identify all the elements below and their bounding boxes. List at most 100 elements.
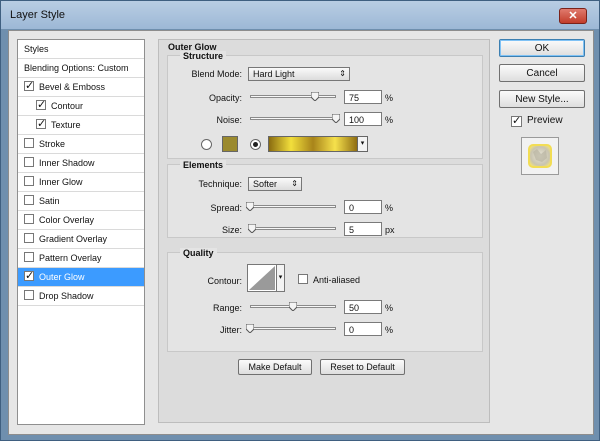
style-list-item-label: Drop Shadow xyxy=(39,291,94,301)
style-list-item[interactable]: Bevel & Emboss xyxy=(18,78,144,97)
opacity-field[interactable]: 75 xyxy=(344,90,382,104)
layer-style-dialog: Layer Style ✕ Styles Blending Options: Cu… xyxy=(0,0,600,441)
style-checkbox[interactable] xyxy=(24,157,34,167)
technique-dropdown[interactable]: Softer ⇕ xyxy=(248,177,302,191)
range-slider-thumb[interactable] xyxy=(289,302,297,311)
new-style-button[interactable]: New Style... xyxy=(499,90,585,108)
style-list-item[interactable]: Color Overlay xyxy=(18,211,144,230)
gradient-dropdown-arrow-icon[interactable]: ▾ xyxy=(358,136,368,152)
style-checkbox[interactable] xyxy=(36,117,46,130)
spread-field[interactable]: 0 xyxy=(344,200,382,214)
contour-dropdown-arrow-icon[interactable]: ▾ xyxy=(277,264,285,292)
style-list-item[interactable]: Inner Shadow xyxy=(18,154,144,173)
preview-checkbox[interactable] xyxy=(511,114,522,127)
technique-label: Technique: xyxy=(198,179,242,189)
structure-group: Structure Blend Mode: Hard Light ⇕ Opaci… xyxy=(167,51,483,159)
spread-unit: % xyxy=(385,203,394,213)
style-list-item-label: Stroke xyxy=(39,139,66,149)
structure-title: Structure xyxy=(180,51,227,61)
noise-field[interactable]: 100 xyxy=(344,112,382,126)
technique-value: Softer xyxy=(253,179,278,189)
size-label: Size: xyxy=(221,225,242,235)
style-list-item[interactable]: Pattern Overlay xyxy=(18,249,144,268)
style-list-item[interactable]: Texture xyxy=(18,116,144,135)
jitter-field[interactable]: 0 xyxy=(344,322,382,336)
style-checkbox[interactable] xyxy=(24,233,34,243)
style-list-item-label: Inner Glow xyxy=(39,177,83,187)
size-field[interactable]: 5 xyxy=(344,222,382,236)
style-list-item-label: Color Overlay xyxy=(39,215,95,225)
reset-to-default-button[interactable]: Reset to Default xyxy=(320,359,405,375)
quality-group: Quality Contour: ▾ Anti-aliased Range: 5… xyxy=(167,248,483,352)
elements-title: Elements xyxy=(180,160,227,170)
opacity-slider-thumb[interactable] xyxy=(310,92,319,101)
style-checkbox[interactable] xyxy=(24,176,34,186)
close-button[interactable]: ✕ xyxy=(559,8,587,24)
style-list-item-label: Pattern Overlay xyxy=(39,253,102,263)
contour-picker[interactable] xyxy=(247,264,277,292)
solid-color-radio[interactable] xyxy=(201,139,212,150)
anti-aliased-checkbox[interactable] xyxy=(298,274,308,284)
size-unit: px xyxy=(385,225,395,235)
make-default-button[interactable]: Make Default xyxy=(238,359,312,375)
style-checkbox[interactable] xyxy=(24,138,34,148)
noise-unit: % xyxy=(385,115,394,125)
style-list-item[interactable]: Outer Glow xyxy=(18,268,144,287)
style-list-item[interactable]: Satin xyxy=(18,192,144,211)
spread-slider-thumb[interactable] xyxy=(246,202,254,211)
title-bar[interactable]: Layer Style ✕ xyxy=(1,1,599,29)
glow-gradient-swatch[interactable] xyxy=(268,136,358,152)
spread-slider[interactable] xyxy=(250,205,336,208)
size-slider-thumb[interactable] xyxy=(247,224,256,233)
style-list-item-label: Contour xyxy=(51,101,84,111)
style-checkbox[interactable] xyxy=(24,195,34,205)
dialog-title: Layer Style xyxy=(10,9,66,21)
chevron-updown-icon: ⇕ xyxy=(339,69,346,78)
style-list-item-label: Bevel & Emboss xyxy=(39,82,106,92)
jitter-slider[interactable] xyxy=(250,327,336,330)
opacity-unit: % xyxy=(385,93,394,103)
ok-button[interactable]: OK xyxy=(499,39,585,57)
dialog-body: Styles Blending Options: Custom Bevel & Em… xyxy=(8,30,594,435)
glow-color-swatch[interactable] xyxy=(222,136,238,152)
outer-glow-panel: Outer Glow Structure Blend Mode: Hard Li… xyxy=(158,39,490,423)
range-unit: % xyxy=(385,303,394,313)
styles-list: Styles Blending Options: Custom Bevel & Em… xyxy=(17,39,145,425)
gradient-radio[interactable] xyxy=(250,139,261,150)
style-checkbox[interactable] xyxy=(24,79,34,92)
cancel-button[interactable]: Cancel xyxy=(499,64,585,82)
contour-label: Contour: xyxy=(207,276,242,286)
style-list-item[interactable]: Contour xyxy=(18,97,144,116)
style-list-item-label: Satin xyxy=(39,196,60,206)
noise-label: Noise: xyxy=(216,115,242,125)
opacity-slider[interactable] xyxy=(250,95,336,98)
noise-slider[interactable] xyxy=(250,117,336,120)
size-slider[interactable] xyxy=(250,227,336,230)
style-list-item[interactable]: Stroke xyxy=(18,135,144,154)
style-list-item[interactable]: Gradient Overlay xyxy=(18,230,144,249)
style-preview-thumbnail xyxy=(521,137,559,175)
style-checkbox[interactable] xyxy=(24,214,34,224)
style-checkbox[interactable] xyxy=(24,269,34,282)
noise-slider-thumb[interactable] xyxy=(332,114,340,123)
style-list-item[interactable]: Drop Shadow xyxy=(18,287,144,306)
style-list-item-label: Gradient Overlay xyxy=(39,234,108,244)
opacity-label: Opacity: xyxy=(208,93,242,103)
blend-mode-value: Hard Light xyxy=(253,69,295,79)
preview-swatch-icon xyxy=(528,144,552,168)
style-list-item[interactable]: Blending Options: Custom xyxy=(18,59,144,78)
style-checkbox[interactable] xyxy=(36,98,46,111)
style-list-item[interactable]: Inner Glow xyxy=(18,173,144,192)
elements-group: Elements Technique: Softer ⇕ Spread: 0 %… xyxy=(167,160,483,238)
range-field[interactable]: 50 xyxy=(344,300,382,314)
style-checkbox[interactable] xyxy=(24,290,34,300)
jitter-unit: % xyxy=(385,325,394,335)
jitter-slider-thumb[interactable] xyxy=(246,324,254,333)
style-checkbox[interactable] xyxy=(24,252,34,262)
chevron-updown-icon: ⇕ xyxy=(291,179,298,188)
anti-aliased-label: Anti-aliased xyxy=(313,275,361,285)
preview-label: Preview xyxy=(527,115,563,126)
blend-mode-dropdown[interactable]: Hard Light ⇕ xyxy=(248,67,350,81)
style-list-item[interactable]: Styles xyxy=(18,40,144,59)
style-list-item-label: Outer Glow xyxy=(39,272,85,282)
